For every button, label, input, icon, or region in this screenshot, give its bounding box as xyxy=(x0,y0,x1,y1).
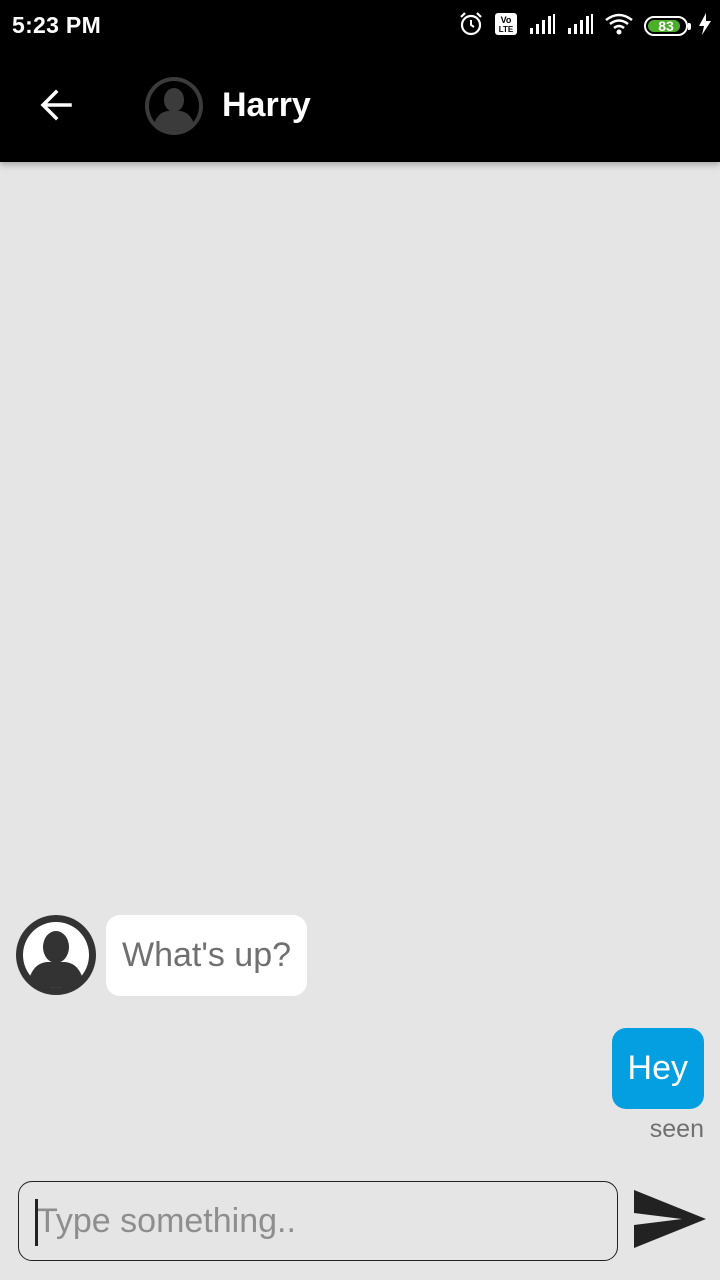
person-avatar-icon xyxy=(16,915,96,995)
arrow-back-icon xyxy=(38,87,74,128)
signal-icon xyxy=(566,13,594,40)
text-cursor xyxy=(35,1199,38,1246)
message-list[interactable]: What's up? Hey seen xyxy=(0,162,720,1162)
alarm-icon xyxy=(458,11,484,42)
sender-avatar xyxy=(16,915,96,995)
volte-icon: Vo LTE xyxy=(494,12,518,41)
message-composer xyxy=(18,1181,618,1261)
person-avatar-icon xyxy=(145,77,203,135)
contact-avatar[interactable] xyxy=(144,76,204,136)
battery-icon: 83 xyxy=(644,16,691,36)
status-icons: Vo LTE 83 xyxy=(458,10,712,42)
outgoing-message-bubble[interactable]: Hey xyxy=(611,1028,704,1109)
svg-text:LTE: LTE xyxy=(499,25,514,34)
svg-text:Vo: Vo xyxy=(501,15,512,25)
app-bar: Harry xyxy=(0,52,720,162)
send-icon xyxy=(632,1187,708,1256)
incoming-message-bubble[interactable]: What's up? xyxy=(106,915,308,996)
charging-icon xyxy=(698,12,712,41)
message-text: What's up? xyxy=(122,936,292,974)
signal-icon xyxy=(528,13,556,40)
status-time: 5:23 PM xyxy=(12,12,102,38)
read-receipt: seen xyxy=(649,1115,704,1143)
contact-name[interactable]: Harry xyxy=(222,86,311,125)
back-button[interactable] xyxy=(26,77,86,137)
battery-percent: 83 xyxy=(658,18,674,34)
wifi-icon xyxy=(604,12,634,41)
status-bar: 5:23 PM Vo LTE 83 xyxy=(0,0,720,52)
message-input[interactable] xyxy=(19,1182,617,1260)
send-button[interactable] xyxy=(630,1186,710,1256)
message-text: Hey xyxy=(627,1049,688,1087)
